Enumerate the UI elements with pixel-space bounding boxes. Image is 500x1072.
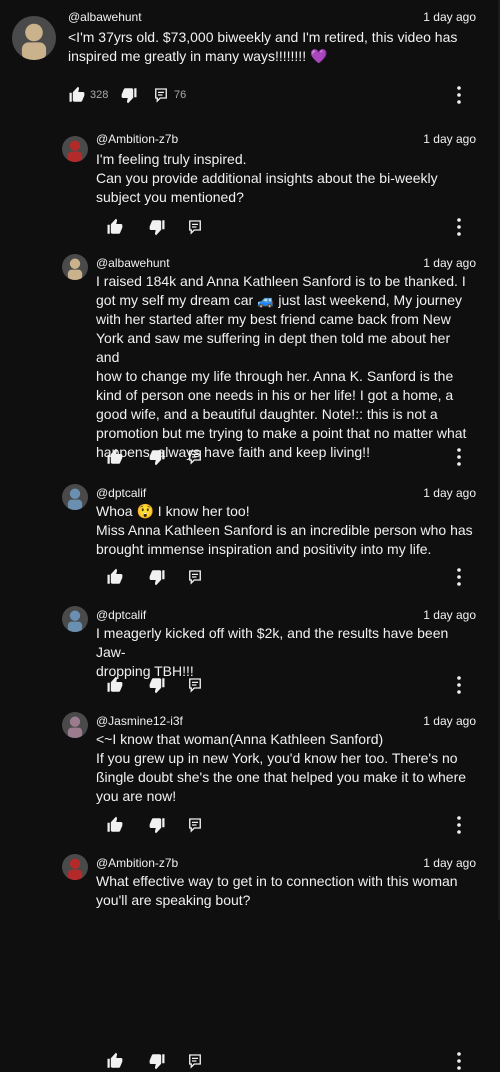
- comment-author[interactable]: @dptcalif: [96, 608, 146, 622]
- reply-button[interactable]: [186, 676, 204, 694]
- reply-button[interactable]: [186, 1052, 204, 1070]
- like-button[interactable]: [106, 816, 124, 834]
- comment-author[interactable]: @Ambition-z7b: [96, 856, 178, 870]
- comment-timestamp[interactable]: 1 day ago: [423, 714, 476, 728]
- comment-author[interactable]: @Jasmine12-i3f: [96, 714, 183, 728]
- comment-text: <~I know that woman(Anna Kathleen Sanfor…: [96, 731, 467, 804]
- more-vert-icon[interactable]: [454, 85, 464, 105]
- dislike-button[interactable]: [148, 568, 166, 586]
- like-button[interactable]: [106, 676, 124, 694]
- avatar[interactable]: [62, 712, 88, 738]
- dislike-button[interactable]: [148, 218, 166, 236]
- comment-actions: [106, 676, 406, 696]
- comment-timestamp[interactable]: 1 day ago: [423, 856, 476, 870]
- dislike-button[interactable]: [148, 676, 166, 694]
- comment-timestamp[interactable]: 1 day ago: [423, 10, 476, 24]
- avatar[interactable]: [62, 854, 88, 880]
- thumb-up-icon: [106, 676, 124, 694]
- comment-text: I'm feeling truly inspired. Can you prov…: [96, 151, 438, 205]
- comment-timestamp[interactable]: 1 day ago: [423, 608, 476, 622]
- reply-button[interactable]: [186, 218, 204, 236]
- reply-icon: [186, 218, 204, 236]
- avatar[interactable]: [12, 16, 56, 60]
- reply-icon: [186, 676, 204, 694]
- more-vert-icon[interactable]: [454, 1051, 464, 1071]
- avatar[interactable]: [62, 484, 88, 510]
- comment-text: I raised 184k and Anna Kathleen Sanford …: [96, 273, 467, 460]
- reply-button[interactable]: [186, 448, 204, 466]
- comment-actions: [106, 218, 406, 238]
- thumb-up-icon: [106, 816, 124, 834]
- reply-button[interactable]: [186, 816, 204, 834]
- comment-actions: [106, 816, 406, 836]
- dislike-button[interactable]: [148, 816, 166, 834]
- comment-timestamp[interactable]: 1 day ago: [423, 132, 476, 146]
- reply-count: 76: [174, 89, 187, 101]
- thumb-up-icon: [106, 568, 124, 586]
- comment-text: <I'm 37yrs old. $73,000 biweekly and I'm…: [68, 29, 458, 64]
- more-vert-icon[interactable]: [454, 217, 464, 237]
- avatar[interactable]: [62, 254, 88, 280]
- reply-icon: [186, 448, 204, 466]
- comment-thread: @albawehunt 1 day ago <I'm 37yrs old. $73,…: [0, 0, 500, 1070]
- reply-icon: [186, 816, 204, 834]
- comment-text: What effective way to get in to connecti…: [96, 873, 458, 908]
- comment-author[interactable]: @albawehunt: [68, 10, 142, 24]
- like-button[interactable]: [106, 1052, 124, 1070]
- thumb-down-icon: [148, 1052, 166, 1070]
- comment-actions: [106, 1052, 406, 1072]
- dislike-button[interactable]: [148, 1052, 166, 1070]
- avatar[interactable]: [62, 606, 88, 632]
- comment-author[interactable]: @Ambition-z7b: [96, 132, 178, 146]
- avatar[interactable]: [62, 136, 88, 162]
- reply-icon: [152, 86, 170, 104]
- like-button[interactable]: [106, 568, 124, 586]
- like-button[interactable]: [106, 218, 124, 236]
- reply-icon: [186, 1052, 204, 1070]
- like-count: 328: [90, 89, 109, 101]
- comment-timestamp[interactable]: 1 day ago: [423, 256, 476, 270]
- more-vert-icon[interactable]: [454, 815, 464, 835]
- thumb-up-icon: [106, 448, 124, 466]
- comment-text: I meagerly kicked off with $2k, and the …: [96, 625, 449, 679]
- thumb-down-icon: [148, 218, 166, 236]
- reply-button[interactable]: [186, 568, 204, 586]
- thumb-up-icon: [68, 86, 86, 104]
- comment-actions: [106, 448, 406, 468]
- more-vert-icon[interactable]: [454, 567, 464, 587]
- comment-text: Whoa 😲 I know her too! Miss Anna Kathlee…: [96, 503, 473, 557]
- comment-author[interactable]: @dptcalif: [96, 486, 146, 500]
- thumb-down-icon: [120, 86, 138, 104]
- thumb-down-icon: [148, 816, 166, 834]
- more-vert-icon[interactable]: [454, 675, 464, 695]
- dislike-button[interactable]: [120, 86, 138, 104]
- like-button[interactable]: [106, 448, 124, 466]
- dislike-button[interactable]: [148, 448, 166, 466]
- comment-actions: 328 76: [68, 86, 368, 106]
- comment-author[interactable]: @albawehunt: [96, 256, 170, 270]
- thumb-up-icon: [106, 1052, 124, 1070]
- thumb-down-icon: [148, 676, 166, 694]
- comment-timestamp[interactable]: 1 day ago: [423, 486, 476, 500]
- thumb-down-icon: [148, 448, 166, 466]
- thumb-down-icon: [148, 568, 166, 586]
- like-button[interactable]: 328: [68, 86, 108, 104]
- more-vert-icon[interactable]: [454, 447, 464, 467]
- thumb-up-icon: [106, 218, 124, 236]
- comment-actions: [106, 568, 406, 588]
- reply-button[interactable]: 76: [152, 86, 186, 104]
- reply-icon: [186, 568, 204, 586]
